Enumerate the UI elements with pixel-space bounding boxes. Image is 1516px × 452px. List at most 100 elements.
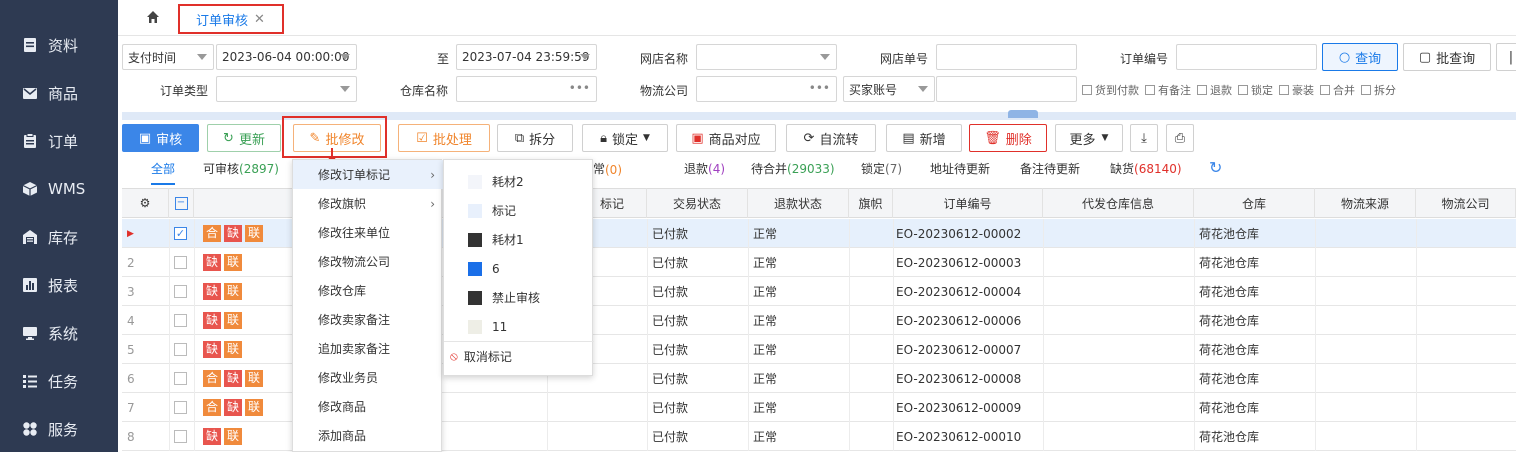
batch-search-button[interactable]: ▢ 批查询 <box>1403 43 1491 71</box>
col-logistics-company[interactable]: 物流公司 <box>1416 188 1516 218</box>
submenu-item-mark[interactable]: 耗材1 <box>444 225 594 254</box>
menu-item-edit-product[interactable]: 修改商品 <box>293 392 443 421</box>
menu-item-edit-partner[interactable]: 修改往来单位 <box>293 218 443 247</box>
col-logistics-source[interactable]: 物流来源 <box>1315 188 1416 218</box>
sidebar-item-orders[interactable]: 订单 <box>0 129 118 153</box>
submenu-item-mark[interactable]: 6 <box>444 254 594 283</box>
submenu-item-mark[interactable]: 耗材2 <box>444 167 594 196</box>
tab-amount-abnormal[interactable]: 金额异常(0) <box>593 160 622 177</box>
filter-merge[interactable]: 合并 <box>1320 82 1355 98</box>
refresh-icon[interactable]: ↻ <box>1209 158 1222 177</box>
col-refund-status[interactable]: 退款状态 <box>748 188 849 218</box>
menu-item-edit-order-mark[interactable]: 修改订单标记 › <box>293 160 443 189</box>
column-settings-button[interactable]: | <box>1496 43 1516 71</box>
sidebar-item-system[interactable]: 系统 <box>0 321 118 345</box>
more-button[interactable]: 更多 ▼ <box>1055 124 1123 152</box>
menu-item-append-seller-note[interactable]: 追加卖家备注 <box>293 334 443 363</box>
menu-item-edit-logistics[interactable]: 修改物流公司 <box>293 247 443 276</box>
sidebar-item-wms[interactable]: WMS <box>0 177 118 201</box>
tab-note-pending[interactable]: 备注待更新 <box>1020 160 1080 177</box>
row-checkbox[interactable]: ✓ <box>174 219 194 248</box>
col-warehouse[interactable]: 仓库 <box>1194 188 1315 218</box>
shop-name-select[interactable] <box>696 44 837 70</box>
auto-flow-button[interactable]: ⟳ 自流转 <box>786 124 876 152</box>
menu-item-add-product[interactable]: 添加商品 <box>293 421 443 450</box>
checkbox[interactable] <box>1145 85 1155 95</box>
order-no-input[interactable] <box>1176 44 1317 70</box>
menu-item-edit-seller-note[interactable]: 修改卖家备注 <box>293 305 443 334</box>
filter-deluxe[interactable]: 豪装 <box>1279 82 1314 98</box>
col-order-no[interactable]: 订单编号 <box>893 188 1043 218</box>
tab-locked[interactable]: 锁定(7) <box>861 160 902 177</box>
tab-pending-merge[interactable]: 待合并(29033) <box>751 160 835 177</box>
col-trade-status[interactable]: 交易状态 <box>647 188 748 218</box>
checkbox[interactable] <box>1082 85 1092 95</box>
filter-refund[interactable]: 退款 <box>1197 82 1232 98</box>
menu-item-edit-flag[interactable]: 修改旗帜 › <box>293 189 443 218</box>
sidebar-item-service[interactable]: 服务 <box>0 417 118 441</box>
col-flag[interactable]: 旗帜 <box>849 188 893 218</box>
pay-time-from-input[interactable]: 2023-06-04 00:00:00 <box>216 44 357 70</box>
submenu-item-clear-mark[interactable]: ⦸ 取消标记 <box>444 342 594 371</box>
tab-address-pending[interactable]: 地址待更新 <box>930 160 990 177</box>
checkbox[interactable] <box>1279 85 1289 95</box>
print-button[interactable]: ⎙ <box>1166 124 1194 152</box>
sidebar-item-tasks[interactable]: 任务 <box>0 369 118 393</box>
warehouse-input[interactable]: ••• <box>456 76 597 102</box>
filter-split[interactable]: 拆分 <box>1361 82 1396 98</box>
logistics-input[interactable]: ••• <box>696 76 837 102</box>
row-checkbox[interactable] <box>174 422 194 451</box>
close-icon[interactable]: ✕ <box>254 12 265 27</box>
batch-edit-button[interactable]: ✎ 批修改 <box>293 124 381 152</box>
sidebar-item-inventory[interactable]: 库存 <box>0 225 118 249</box>
filter-has-note[interactable]: 有备注 <box>1145 82 1191 98</box>
split-button[interactable]: ⧉ 拆分 <box>497 124 573 152</box>
update-button[interactable]: ↻ 更新 <box>207 124 281 152</box>
tab-order-audit[interactable]: 订单审核 ✕ <box>178 4 284 34</box>
col-agent-warehouse[interactable]: 代发仓库信息 <box>1043 188 1194 218</box>
row-checkbox[interactable] <box>174 364 194 393</box>
pay-time-select[interactable]: 支付时间 <box>122 44 214 70</box>
tab-all[interactable]: 全部 <box>151 160 176 185</box>
menu-item-edit-salesperson[interactable]: 修改业务员 <box>293 363 443 392</box>
order-type-select[interactable] <box>216 76 357 102</box>
checkbox[interactable] <box>1361 85 1371 95</box>
sidebar-item-products[interactable]: 商品 <box>0 81 118 105</box>
row-checkbox[interactable] <box>174 248 194 277</box>
tab-count: (68140) <box>1134 162 1182 176</box>
sidebar-item-data[interactable]: 资料 <box>0 33 118 57</box>
checkbox[interactable] <box>1238 85 1248 95</box>
checkbox[interactable] <box>1320 85 1330 95</box>
row-checkbox[interactable] <box>174 277 194 306</box>
collapse-handle[interactable] <box>1008 110 1038 118</box>
delete-button[interactable]: 🗑︎ 删除 <box>969 124 1047 152</box>
pay-time-to-input[interactable]: 2023-07-04 23:59:59 <box>456 44 597 70</box>
checkbox[interactable] <box>1197 85 1207 95</box>
menu-item-edit-warehouse[interactable]: 修改仓库 <box>293 276 443 305</box>
tab-out-of-stock[interactable]: 缺货(68140) <box>1110 160 1182 177</box>
batch-process-button[interactable]: ☑ 批处理 <box>398 124 490 152</box>
home-icon[interactable] <box>146 10 160 24</box>
buyer-input[interactable] <box>936 76 1077 102</box>
select-all-checkbox[interactable]: − <box>169 188 194 218</box>
shop-order-input[interactable] <box>936 44 1077 70</box>
tab-auditable[interactable]: 可审核(2897) <box>203 160 279 177</box>
add-button[interactable]: ▤ 新增 <box>886 124 962 152</box>
buyer-select[interactable]: 买家账号 <box>843 76 935 102</box>
product-match-button[interactable]: ▣ 商品对应 <box>676 124 776 152</box>
submenu-item-mark[interactable]: 11 <box>444 312 594 341</box>
filter-cod[interactable]: 货到付款 <box>1082 82 1139 98</box>
download-button[interactable]: ⤓ <box>1130 124 1158 152</box>
submenu-item-mark[interactable]: 标记 <box>444 196 594 225</box>
row-checkbox[interactable] <box>174 306 194 335</box>
lock-button[interactable]: 🔒︎ 锁定 ▼ <box>582 124 668 152</box>
search-button[interactable]: ○ 查询 <box>1322 43 1398 71</box>
submenu-item-mark[interactable]: 禁止审核 <box>444 283 594 312</box>
settings-icon[interactable]: ⚙ <box>122 188 169 218</box>
row-checkbox[interactable] <box>174 393 194 422</box>
sidebar-item-reports[interactable]: 报表 <box>0 273 118 297</box>
audit-button[interactable]: ▣ 审核 <box>122 124 199 152</box>
tab-refund[interactable]: 退款(4) <box>684 160 725 177</box>
row-checkbox[interactable] <box>174 335 194 364</box>
filter-locked[interactable]: 锁定 <box>1238 82 1273 98</box>
